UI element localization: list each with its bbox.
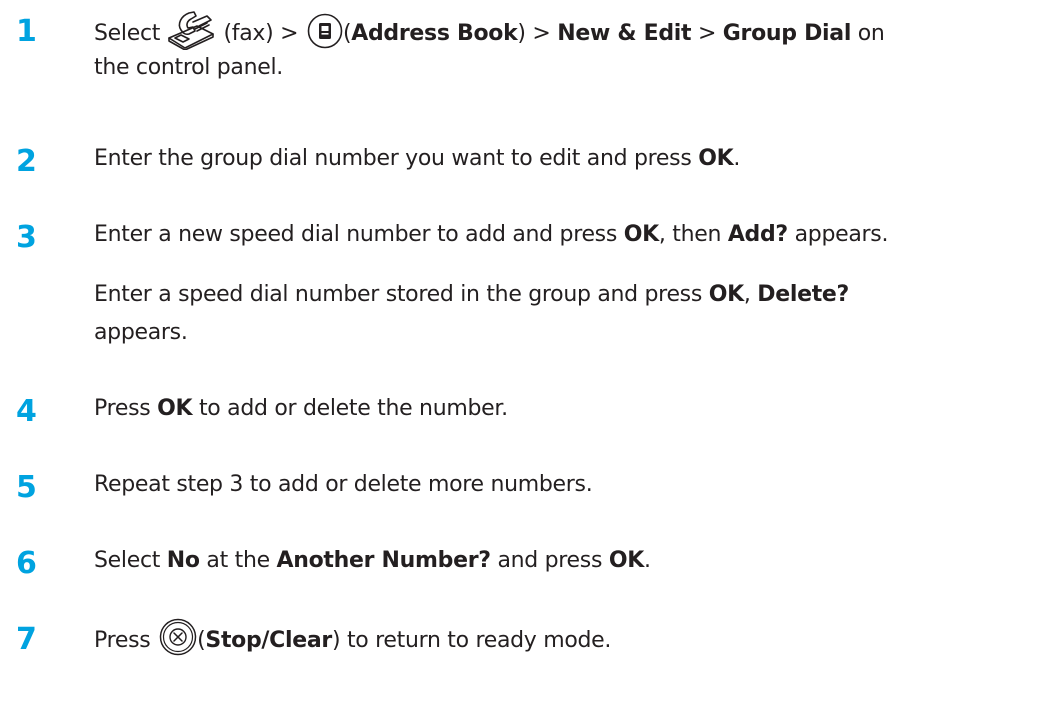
ok-label: OK bbox=[708, 282, 744, 307]
group-dial-label: Group Dial bbox=[722, 21, 852, 46]
step-text: . bbox=[733, 146, 741, 171]
step-3-line-3: appears. bbox=[94, 318, 188, 348]
ok-label: OK bbox=[608, 548, 644, 573]
step-number: 5 bbox=[16, 470, 37, 505]
address-book-label: Address Book bbox=[351, 21, 518, 46]
step-6-line-1: Select No at the Another Number? and pre… bbox=[94, 546, 651, 576]
step-text: appears. bbox=[94, 320, 188, 345]
step-number: 4 bbox=[16, 394, 37, 429]
step-text: Press bbox=[94, 628, 151, 653]
stop-clear-icon bbox=[159, 618, 197, 656]
step-text: , bbox=[743, 282, 751, 307]
step-text: Select bbox=[94, 21, 161, 46]
step-text: at the bbox=[206, 548, 270, 573]
new-edit-label: New & Edit bbox=[557, 21, 692, 46]
step-text: appears. bbox=[794, 222, 889, 247]
step-text: the control panel. bbox=[94, 55, 283, 80]
step-text: > bbox=[697, 21, 717, 46]
step-text: Repeat step 3 to add or delete more numb… bbox=[94, 472, 593, 497]
address-book-icon bbox=[307, 13, 343, 49]
ok-label: OK bbox=[157, 396, 193, 421]
another-number-label: Another Number? bbox=[276, 548, 492, 573]
step-text: . bbox=[643, 548, 651, 573]
step-4-line-1: Press OK to add or delete the number. bbox=[94, 394, 508, 424]
step-number: 1 bbox=[16, 14, 37, 49]
step-number: 7 bbox=[16, 622, 37, 657]
step-text: ( bbox=[342, 21, 352, 46]
step-text: on bbox=[857, 21, 885, 46]
step-text: , then bbox=[658, 222, 722, 247]
ok-label: OK bbox=[698, 146, 734, 171]
step-5-line-1: Repeat step 3 to add or delete more numb… bbox=[94, 470, 593, 500]
step-text: (fax) > bbox=[223, 21, 299, 46]
ok-label: OK bbox=[623, 222, 659, 247]
step-text: Enter a speed dial number stored in the … bbox=[94, 282, 702, 307]
step-text: ) > bbox=[517, 21, 551, 46]
stop-clear-label: Stop/Clear bbox=[205, 628, 332, 653]
add-label: Add? bbox=[727, 222, 788, 247]
step-3-line-2: Enter a speed dial number stored in the … bbox=[94, 280, 849, 310]
step-text: Enter the group dial number you want to … bbox=[94, 146, 692, 171]
step-number: 2 bbox=[16, 144, 37, 179]
step-number: 6 bbox=[16, 546, 37, 581]
step-text: Select bbox=[94, 548, 161, 573]
fax-icon bbox=[167, 10, 215, 51]
step-text: and press bbox=[497, 548, 603, 573]
step-2-line-1: Enter the group dial number you want to … bbox=[94, 144, 740, 174]
step-7-line-1: Press (Stop/Clear) to return to ready mo… bbox=[94, 618, 612, 660]
delete-label: Delete? bbox=[757, 282, 850, 307]
step-text: Press bbox=[94, 396, 151, 421]
step-text: ) to return to ready mode. bbox=[331, 628, 612, 653]
step-text: to add or delete the number. bbox=[198, 396, 508, 421]
step-text: Enter a new speed dial number to add and… bbox=[94, 222, 618, 247]
step-number: 3 bbox=[16, 220, 37, 255]
step-1-line-2: the control panel. bbox=[94, 53, 283, 83]
step-3-line-1: Enter a new speed dial number to add and… bbox=[94, 220, 888, 250]
step-1-line-1: Select (fax) > (Address Book) > New & Ed… bbox=[94, 11, 885, 54]
no-label: No bbox=[166, 548, 200, 573]
